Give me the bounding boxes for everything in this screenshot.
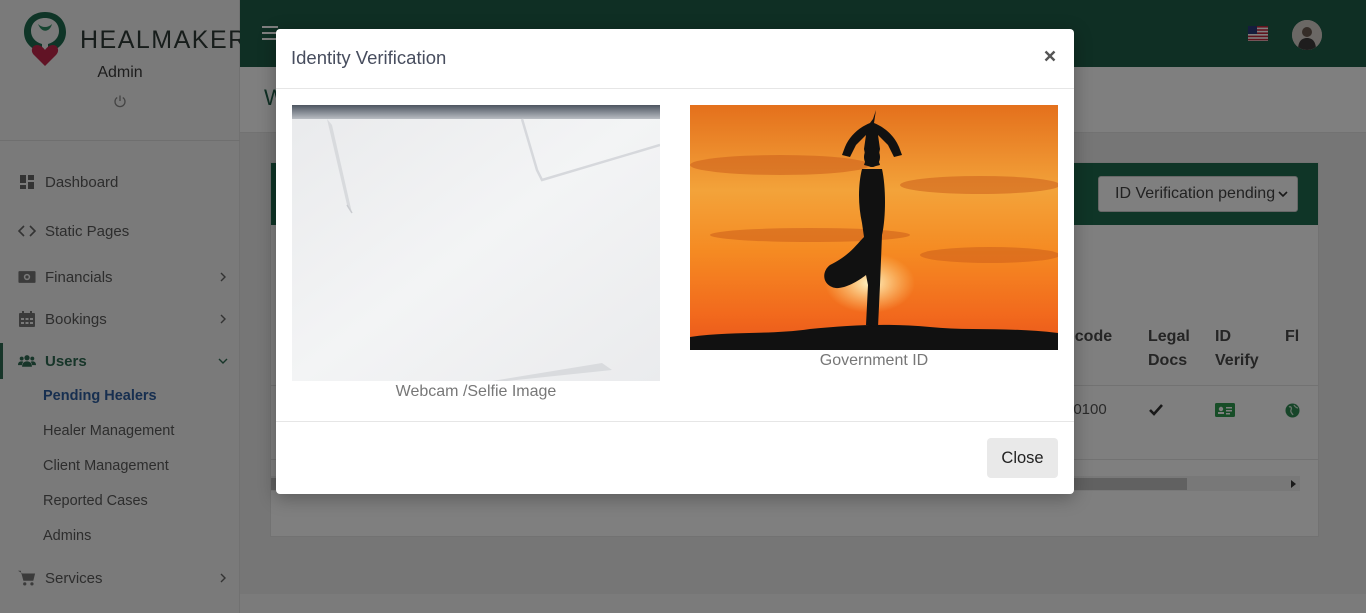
close-button[interactable]: Close xyxy=(987,438,1058,478)
government-id-image xyxy=(690,105,1058,350)
selfie-caption: Webcam /Selfie Image xyxy=(395,383,557,400)
close-icon[interactable] xyxy=(1040,46,1060,66)
webcam-selfie-image xyxy=(292,105,660,381)
modal-footer-divider xyxy=(276,421,1074,422)
government-id-caption: Government ID xyxy=(819,352,929,369)
identity-verification-modal: Identity Verification Webcam /Selfie Ima… xyxy=(276,29,1074,494)
modal-title: Identity Verification xyxy=(291,47,447,68)
modal-header-divider xyxy=(276,88,1074,89)
